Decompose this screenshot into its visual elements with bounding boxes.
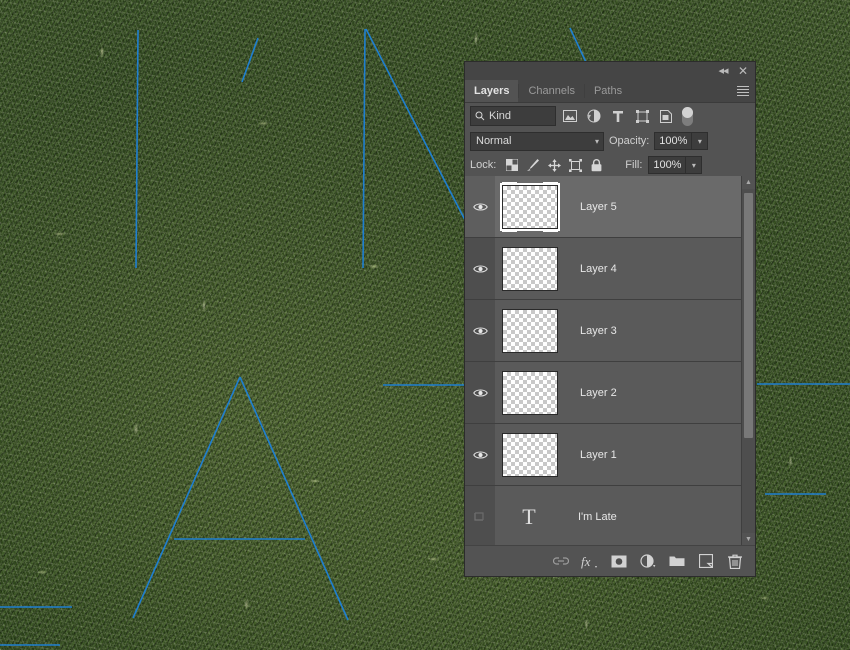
eye-icon [472,450,488,459]
opacity-input[interactable]: 100% [654,132,693,150]
layer-visibility-toggle[interactable] [465,176,495,237]
type-layer-icon[interactable]: T [502,504,556,530]
scroll-up-arrow-icon[interactable]: ▲ [742,176,755,189]
search-icon [475,111,485,121]
layer-visibility-toggle[interactable] [465,300,495,361]
lock-transparent-pixels-icon[interactable] [502,156,522,174]
layer-visibility-toggle[interactable] [465,238,495,299]
fill-chevron-down-icon[interactable]: ▾ [686,156,703,174]
panel-menu-icon[interactable] [737,86,749,96]
lock-all-icon[interactable] [586,156,606,174]
layers-panel-bottom-bar: fx [465,545,755,576]
layer-thumbnail[interactable] [500,181,560,232]
new-layer-icon[interactable] [697,553,714,570]
table-row[interactable]: T I'm Late [465,486,755,546]
svg-text:fx: fx [581,554,591,569]
panel-tab-bar: Layers Channels Paths [465,80,755,103]
eye-icon [472,202,488,211]
lock-image-pixels-icon[interactable] [523,156,543,174]
table-row[interactable]: Layer 3 [465,300,755,362]
layer-list[interactable]: Layer 5 Layer 4 Layer 3 Layer 2 Layer 1 … [465,176,755,546]
layer-visibility-toggle[interactable] [465,362,495,423]
filter-kind-label: Kind [489,110,512,122]
collapse-panel-icon[interactable]: ◂◂ [715,64,731,78]
close-icon[interactable]: ✕ [735,64,751,78]
opacity-label: Opacity: [609,135,650,147]
lock-row: Lock: Fill: 100% ▾ [465,153,755,178]
fill-input[interactable]: 100% [648,156,687,174]
layer-style-fx-icon[interactable]: fx [581,553,598,570]
tab-layers[interactable]: Layers [465,80,519,102]
smart-object-filter-icon[interactable] [656,107,676,125]
layers-panel: ◂◂ ✕ Layers Channels Paths Kind ▾ Normal… [465,62,755,576]
scrollbar-thumb[interactable] [744,193,753,438]
filter-toggle-switch[interactable] [682,106,693,126]
table-row[interactable]: Layer 1 [465,424,755,486]
layer-name[interactable]: Layer 5 [580,201,617,213]
layer-name[interactable]: Layer 1 [580,449,617,461]
layer-thumbnail[interactable] [502,432,558,477]
type-layer-filter-icon[interactable] [608,107,628,125]
layer-name[interactable]: Layer 4 [580,263,617,275]
eye-icon [472,388,488,397]
panel-titlebar[interactable]: ◂◂ ✕ [465,62,755,80]
layer-name[interactable]: Layer 3 [580,325,617,337]
table-row[interactable]: Layer 4 [465,238,755,300]
table-row[interactable]: Layer 2 [465,362,755,424]
lock-label: Lock: [470,159,497,171]
layer-list-scrollbar[interactable]: ▲ ▼ [741,176,755,546]
blend-mode-dropdown[interactable]: Normal ▾ [470,131,604,151]
blend-mode-row: Normal ▾ Opacity: 100% ▾ [465,129,755,153]
add-layer-mask-icon[interactable] [610,553,627,570]
tab-channels[interactable]: Channels [519,80,583,102]
eye-icon [472,264,488,273]
lock-position-icon[interactable] [544,156,564,174]
layer-filter-row: Kind ▾ [465,103,755,129]
layer-name[interactable]: Layer 2 [580,387,617,399]
photoshop-workspace: ◂◂ ✕ Layers Channels Paths Kind ▾ Normal… [0,0,850,650]
chevron-down-icon: ▾ [594,136,599,146]
pixel-layer-filter-icon[interactable] [560,107,580,125]
table-row[interactable]: Layer 5 [465,176,755,238]
shape-layer-filter-icon[interactable] [632,107,652,125]
adjustment-layer-icon[interactable] [639,553,656,570]
layer-thumbnail[interactable] [502,308,558,353]
link-layers-icon[interactable] [552,553,569,570]
layer-name[interactable]: I'm Late [578,511,617,523]
lock-artboard-icon[interactable] [565,156,585,174]
blend-mode-value: Normal [476,135,512,147]
tab-paths[interactable]: Paths [585,80,631,102]
layer-thumbnail[interactable] [502,246,558,291]
layer-visibility-toggle[interactable] [465,486,495,546]
fill-label: Fill: [625,159,643,171]
delete-layer-icon[interactable] [726,553,743,570]
layer-visibility-toggle[interactable] [465,424,495,485]
layer-thumbnail[interactable] [502,370,558,415]
filter-kind-dropdown[interactable]: Kind ▾ [470,106,591,126]
eye-icon [472,326,488,335]
opacity-chevron-down-icon[interactable]: ▾ [692,132,709,150]
eye-hidden-icon [473,512,484,521]
new-group-icon[interactable] [668,553,685,570]
